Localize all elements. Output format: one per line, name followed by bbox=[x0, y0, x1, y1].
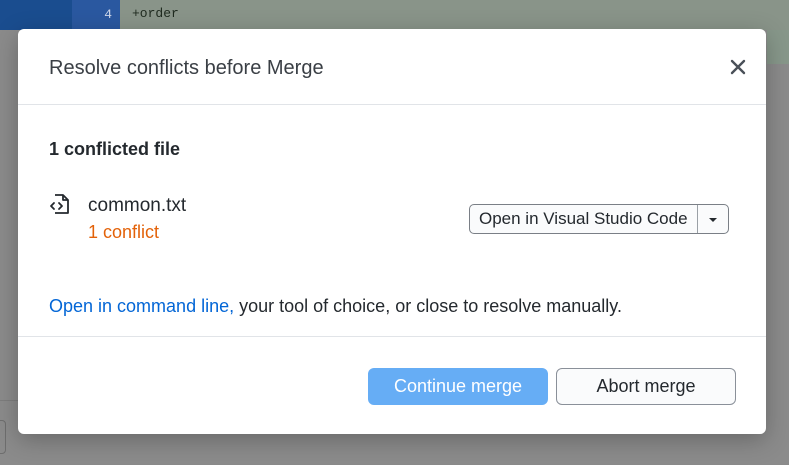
open-in-command-line-link[interactable]: Open in command line, bbox=[49, 296, 234, 316]
conflict-count: 1 conflict bbox=[88, 222, 160, 242]
dialog-header: Resolve conflicts before Merge bbox=[18, 29, 766, 105]
conflicted-file-name: common.txt bbox=[88, 195, 187, 216]
file-code-icon bbox=[49, 192, 73, 216]
open-in-editor-split-button: Open in Visual Studio Code bbox=[469, 204, 729, 234]
resolve-instructions: Open in command line, your tool of choic… bbox=[49, 296, 622, 317]
continue-merge-button[interactable]: Continue merge bbox=[368, 368, 548, 405]
open-in-editor-button[interactable]: Open in Visual Studio Code bbox=[470, 205, 697, 233]
caret-down-icon bbox=[708, 210, 717, 228]
dialog-footer: Continue merge Abort merge bbox=[18, 336, 766, 435]
diff-code-line: +order bbox=[132, 6, 179, 21]
abort-merge-button[interactable]: Abort merge bbox=[556, 368, 736, 405]
open-editor-dropdown-button[interactable] bbox=[696, 205, 728, 233]
close-button[interactable] bbox=[726, 55, 750, 79]
resolve-instructions-text: your tool of choice, or close to resolve… bbox=[234, 296, 622, 316]
conflicted-files-heading: 1 conflicted file bbox=[49, 139, 181, 159]
close-icon bbox=[730, 59, 746, 75]
diff-line-number: 4 bbox=[72, 0, 120, 30]
background-right-strip bbox=[767, 30, 789, 64]
background-side-button bbox=[0, 420, 6, 454]
dialog-title: Resolve conflicts before Merge bbox=[49, 57, 324, 79]
diff-gutter bbox=[0, 0, 72, 30]
resolve-conflicts-dialog: Resolve conflicts before Merge 1 conflic… bbox=[18, 29, 766, 434]
